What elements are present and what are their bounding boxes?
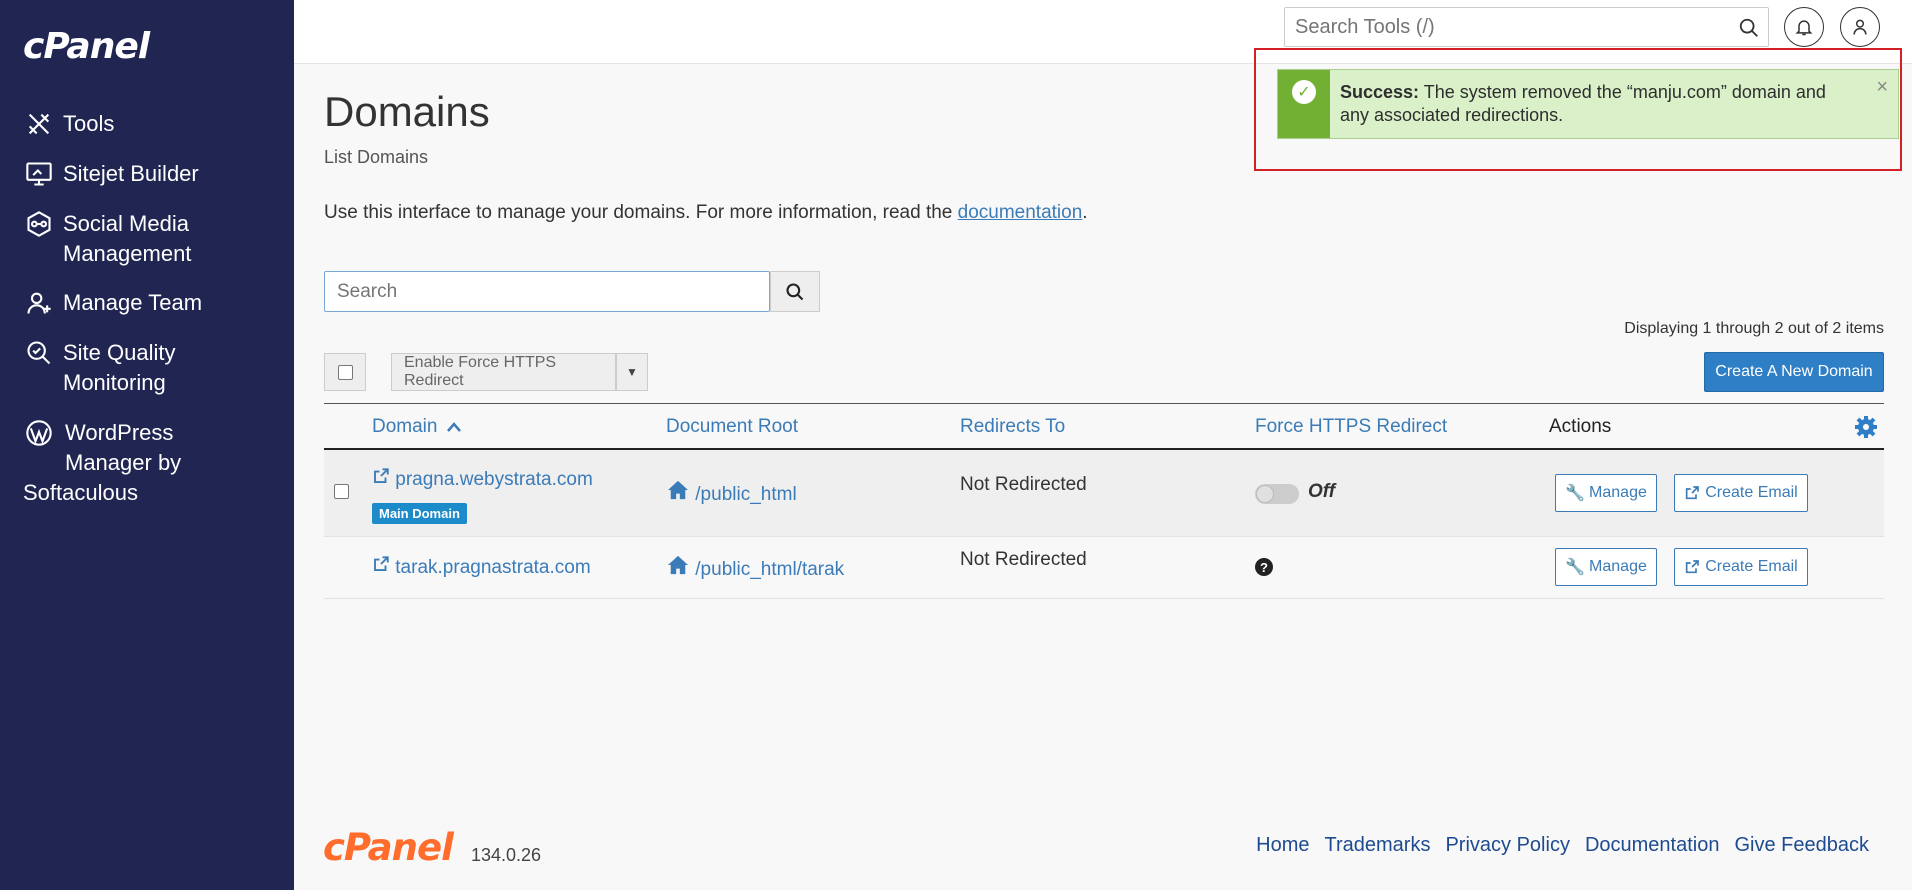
documentation-link[interactable]: documentation: [958, 202, 1083, 223]
intro-text: Use this interface to manage your domain…: [324, 202, 1088, 223]
search-button[interactable]: [770, 271, 820, 312]
user-icon: [1853, 19, 1867, 35]
column-header-force-https[interactable]: Force HTTPS Redirect: [1255, 416, 1447, 438]
sidebar-item-label: Tools: [63, 111, 115, 136]
create-domain-button[interactable]: Create A New Domain: [1704, 352, 1884, 392]
manage-button[interactable]: 🔧 Manage: [1555, 548, 1657, 586]
page-title: Domains: [324, 88, 490, 135]
footer-link-privacy-policy[interactable]: Privacy Policy: [1445, 834, 1569, 857]
wrench-icon: 🔧: [1565, 559, 1586, 576]
external-link-icon: [374, 556, 389, 571]
home-icon: [668, 480, 688, 500]
bell-icon: [1795, 20, 1813, 36]
tools-icon: [23, 109, 55, 139]
domain-search-field[interactable]: [324, 271, 770, 312]
external-link-icon: [1686, 560, 1700, 574]
create-email-button[interactable]: Create Email: [1674, 548, 1808, 586]
column-header-document-root[interactable]: Document Root: [666, 416, 798, 438]
sort-ascending-icon: [446, 422, 461, 432]
table-row: pragna.webystrata.com Main Domain /publi…: [324, 450, 1884, 537]
sidebar-item-label: Sitejet Builder: [63, 161, 199, 186]
page-subtitle: List Domains: [324, 147, 429, 167]
success-toast: ✓ Success: The system removed the “manju…: [1277, 69, 1899, 139]
sidebar-item-manage-team[interactable]: Manage Team: [23, 288, 202, 318]
manage-button[interactable]: 🔧 Manage: [1555, 474, 1657, 512]
redirects-to-value: Not Redirected: [960, 474, 1087, 495]
toast-message: Success: The system removed the “manju.c…: [1340, 82, 1826, 125]
search-icon: [786, 282, 804, 300]
question-circle-icon[interactable]: ?: [1255, 558, 1273, 576]
sidebar-item-label: Manage Team: [63, 290, 203, 315]
create-email-button[interactable]: Create Email: [1674, 474, 1808, 512]
external-link-icon: [1686, 486, 1700, 500]
domain-link[interactable]: pragna.webystrata.com: [372, 468, 593, 490]
footer-link-documentation[interactable]: Documentation: [1585, 834, 1720, 857]
search-tools-field[interactable]: [1284, 7, 1769, 47]
table-header: Domain Document Root Redirects To Force …: [324, 403, 1884, 450]
footer-links: Home Trademarks Privacy Policy Documenta…: [1256, 834, 1869, 857]
wrench-icon: 🔧: [1565, 485, 1586, 502]
sidebar-item-wordpress[interactable]: WordPress Manager by Softaculous: [23, 418, 181, 508]
document-root-link[interactable]: /public_html/tarak: [666, 555, 844, 581]
column-header-domain[interactable]: Domain: [372, 416, 461, 438]
sidebar-item-label: Monitoring: [63, 370, 166, 395]
column-header-actions: Actions: [1549, 416, 1612, 437]
wordpress-icon: [23, 418, 55, 448]
sidebar-item-label: Manager by: [65, 450, 182, 475]
document-root-link[interactable]: /public_html: [666, 480, 797, 506]
user-menu-button[interactable]: [1840, 7, 1880, 47]
sidebar-item-label: WordPress: [65, 420, 174, 445]
sidebar-item-tools[interactable]: Tools: [23, 109, 114, 139]
sidebar-item-label: Management: [63, 241, 192, 266]
footer-link-give-feedback[interactable]: Give Feedback: [1734, 834, 1869, 857]
table-row: tarak.pragnastrata.com /public_html/tara…: [324, 537, 1884, 599]
display-count: Displaying 1 through 2 out of 2 items: [1624, 320, 1884, 337]
toggle-status-label: Off: [1308, 481, 1336, 502]
search-quality-icon: [23, 338, 55, 368]
gear-icon[interactable]: [1854, 415, 1878, 439]
domain-link[interactable]: tarak.pragnastrata.com: [372, 556, 591, 578]
column-header-redirects-to[interactable]: Redirects To: [960, 416, 1065, 438]
version-number: 134.0.26: [471, 845, 542, 865]
footer-link-trademarks[interactable]: Trademarks: [1325, 834, 1431, 857]
sidebar-item-site-quality[interactable]: Site Quality Monitoring: [23, 338, 176, 398]
row-checkbox[interactable]: [334, 484, 349, 499]
sidebar-item-sitejet-builder[interactable]: Sitejet Builder: [23, 159, 199, 189]
sidebar-item-social-media[interactable]: Social Media Management: [23, 209, 191, 269]
sidebar-item-label: Site Quality: [63, 340, 176, 365]
sidebar: cPanel Tools Sitejet Builder Social Medi…: [0, 0, 294, 890]
external-link-icon: [374, 468, 389, 483]
footer-link-home[interactable]: Home: [1256, 834, 1309, 857]
notifications-button[interactable]: [1784, 7, 1824, 47]
monitor-icon: [23, 159, 55, 189]
search-icon[interactable]: [1738, 17, 1760, 39]
select-all-checkbox[interactable]: [324, 353, 366, 391]
social-icon: [23, 209, 55, 239]
domains-table: Domain Document Root Redirects To Force …: [324, 403, 1884, 599]
toast-close-icon[interactable]: ×: [1876, 76, 1888, 99]
check-circle-icon: ✓: [1292, 80, 1316, 104]
redirects-to-value: Not Redirected: [960, 549, 1087, 570]
user-add-icon: [23, 288, 55, 318]
caret-down-icon[interactable]: ▼: [616, 353, 648, 391]
domain-search-input[interactable]: [325, 272, 769, 311]
footer-cpanel-logo: cPanel: [323, 826, 454, 869]
sidebar-item-label: Softaculous: [23, 480, 138, 505]
force-https-toggle[interactable]: [1255, 484, 1299, 504]
search-tools-input[interactable]: [1285, 8, 1715, 46]
cpanel-logo[interactable]: cPanel: [23, 26, 150, 67]
bulk-action-button[interactable]: Enable Force HTTPS Redirect: [391, 353, 616, 391]
main-domain-badge: Main Domain: [372, 503, 467, 524]
home-icon: [668, 555, 688, 575]
sidebar-item-label: Social Media: [63, 211, 189, 236]
